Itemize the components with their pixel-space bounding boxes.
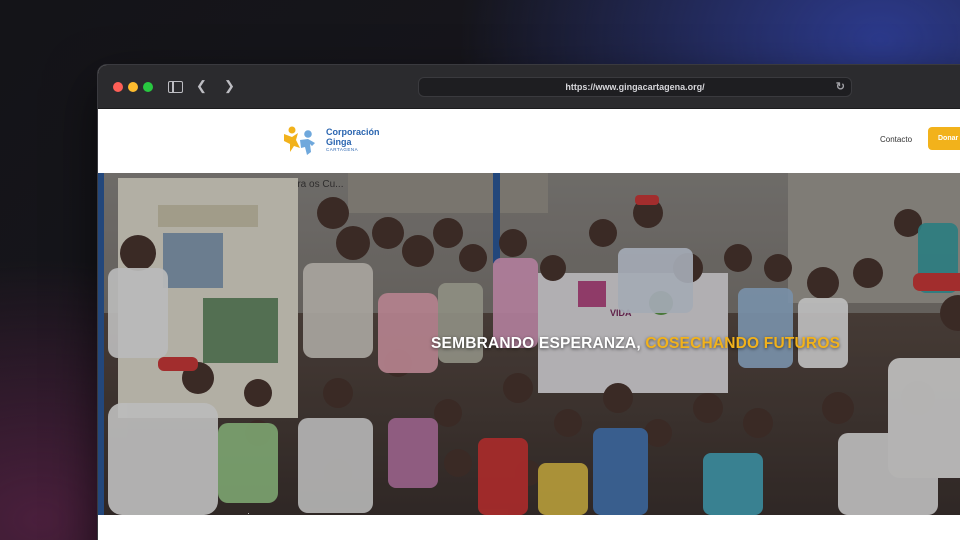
donate-button[interactable]: Donar bbox=[928, 127, 960, 150]
sidebar-toggle-icon[interactable] bbox=[168, 81, 183, 93]
ginga-logo-icon[interactable] bbox=[281, 124, 323, 158]
back-arrow-icon[interactable]: ❮ bbox=[196, 78, 207, 94]
browser-toolbar: ❮ ❯ https://www.gingacartagena.org/ ↻ bbox=[98, 65, 960, 109]
browser-window: ❮ ❯ https://www.gingacartagena.org/ ↻ Co… bbox=[97, 64, 960, 540]
website-page: Corporación Ginga CARTAGENA Contacto Don… bbox=[98, 109, 960, 540]
maximize-window-button[interactable] bbox=[143, 82, 153, 92]
hero-title-part1: SEMBRANDO ESPERANZA, bbox=[431, 335, 641, 352]
logo-subtitle: CARTAGENA bbox=[326, 147, 359, 152]
hero-title: SEMBRANDO ESPERANZA, COSECHANDO FUTUROS bbox=[431, 335, 840, 353]
address-bar[interactable]: https://www.gingacartagena.org/ ↻ bbox=[418, 77, 852, 97]
url-text: https://www.gingacartagena.org/ bbox=[565, 82, 705, 92]
logo-name-line2: Ginga bbox=[326, 137, 352, 147]
hero-section: Llera os Cu... VIDA SEMBRANDO ESPERANZA,… bbox=[98, 173, 960, 515]
nav-link-contact[interactable]: Contacto bbox=[880, 135, 912, 144]
reload-icon[interactable]: ↻ bbox=[836, 78, 845, 96]
forward-arrow-icon[interactable]: ❯ bbox=[224, 78, 235, 94]
minimize-window-button[interactable] bbox=[128, 82, 138, 92]
site-header: Corporación Ginga CARTAGENA Contacto Don… bbox=[98, 109, 960, 173]
hero-title-part2: COSECHANDO FUTUROS bbox=[645, 335, 841, 352]
logo-text[interactable]: Corporación Ginga CARTAGENA bbox=[326, 127, 380, 153]
close-window-button[interactable] bbox=[113, 82, 123, 92]
logo-name-line1: Corporación bbox=[326, 127, 380, 137]
